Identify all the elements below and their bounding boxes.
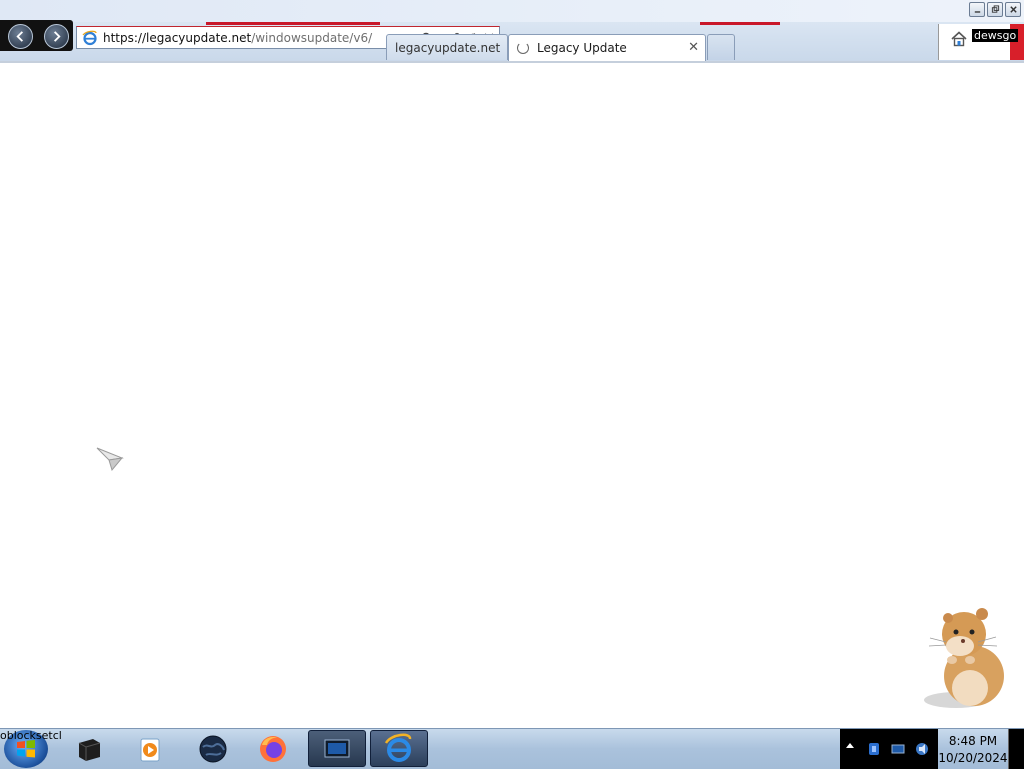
taskbar-globe-browser[interactable] xyxy=(184,730,242,767)
titlebar xyxy=(0,0,1024,22)
new-tab-button[interactable] xyxy=(707,34,735,60)
taskbar-remote-desktop[interactable] xyxy=(308,730,366,767)
address-url[interactable]: https://legacyupdate.net/windowsupdate/v… xyxy=(103,31,372,45)
home-icon[interactable] xyxy=(950,30,968,48)
url-path: /windowsupdate/v6/ xyxy=(251,31,373,45)
tab-label: legacyupdate.net xyxy=(395,40,501,55)
tab-label: Legacy Update xyxy=(537,41,627,55)
url-host: https://legacyupdate.net xyxy=(103,31,252,45)
network-tray-icon[interactable] xyxy=(890,741,906,757)
back-button[interactable] xyxy=(8,24,33,49)
minimize-icon[interactable] xyxy=(969,2,985,17)
volume-tray-icon[interactable] xyxy=(914,741,930,757)
titlebar-accent xyxy=(206,22,380,25)
hamster-mascot xyxy=(924,608,1004,708)
ie-icon xyxy=(82,30,97,46)
remote-desktop-icon xyxy=(324,739,350,757)
paper-plane-cursor-icon xyxy=(96,447,124,472)
browser-chrome: https://legacyupdate.net/windowsupdate/v… xyxy=(0,0,1024,63)
show-hidden-icons-icon[interactable] xyxy=(846,743,854,748)
firefox-icon xyxy=(260,735,286,762)
loading-spinner-icon xyxy=(517,42,529,54)
taskbar-terminal-app[interactable] xyxy=(60,730,118,767)
taskbar: oblocksetcl 8:48 PM 10/20/2024 xyxy=(0,728,1024,769)
restore-icon[interactable] xyxy=(987,2,1003,17)
show-desktop-button[interactable] xyxy=(1008,729,1024,769)
forward-icon xyxy=(53,31,61,42)
globe-browser-icon xyxy=(199,735,227,762)
clock-time: 8:48 PM xyxy=(948,734,998,748)
system-tray xyxy=(840,729,938,769)
taskbar-media-player[interactable] xyxy=(120,730,178,767)
media-player-icon xyxy=(140,738,160,761)
tab-legacyupdate-net[interactable]: legacyupdate.net xyxy=(386,34,508,60)
back-icon xyxy=(16,31,24,42)
taskbar-firefox[interactable] xyxy=(244,730,302,767)
start-tooltip: oblocksetcl xyxy=(0,729,62,742)
taskbar-internet-explorer[interactable] xyxy=(370,730,428,767)
internet-explorer-icon xyxy=(384,733,412,762)
overlay-text: dewsgo xyxy=(972,29,1019,42)
titlebar-accent xyxy=(700,22,780,25)
terminal-app-icon xyxy=(78,738,101,761)
tab-close-icon[interactable]: ✕ xyxy=(688,40,699,55)
chrome-divider xyxy=(0,61,1024,63)
taskbar-clock[interactable]: 8:48 PM 10/20/2024 xyxy=(938,729,1008,769)
close-icon[interactable] xyxy=(1005,2,1021,17)
window-controls xyxy=(969,2,1021,17)
shield-tray-icon[interactable] xyxy=(866,741,882,757)
navigation-buttons xyxy=(0,20,73,51)
forward-button[interactable] xyxy=(44,24,69,49)
clock-date: 10/20/2024 xyxy=(938,751,1008,765)
tab-legacy-update[interactable]: Legacy Update ✕ xyxy=(508,34,706,61)
